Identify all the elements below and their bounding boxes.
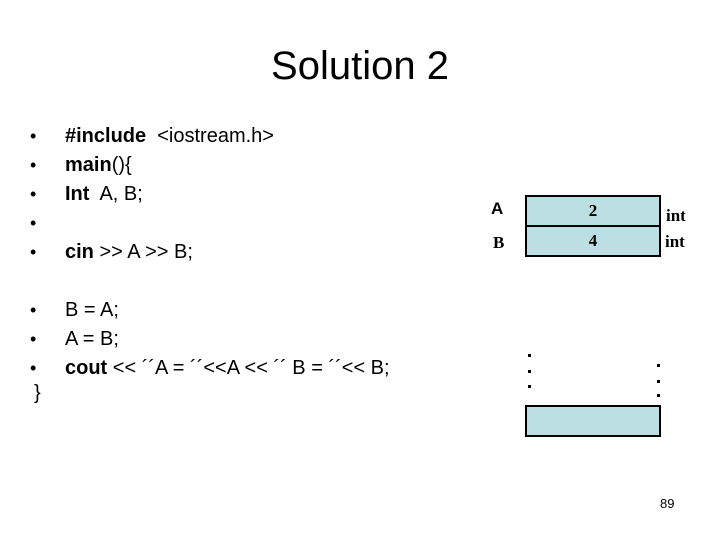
variable-label-b: B (493, 233, 505, 252)
code-line: • cout << ´´A = ´´<<A << ´´ B = ´´<< B; (30, 354, 390, 383)
bullet: • (30, 213, 37, 233)
memory-cell-b: 4 (525, 225, 661, 257)
ellipsis-dot (657, 364, 660, 367)
bullet: • (30, 242, 37, 262)
memory-cell-a: 2 (525, 195, 661, 227)
bullet: • (30, 184, 37, 204)
memory-cell-empty (525, 405, 661, 437)
cell-value-b: 4 (588, 231, 598, 250)
ellipsis-dot (528, 385, 531, 388)
ellipsis-dot (528, 354, 531, 357)
type-label-a: int (666, 206, 686, 225)
code-line: • A = B; (30, 325, 390, 354)
ellipsis-dot (528, 370, 531, 373)
code-block-top: • #include <iostream.h> • main(){ • Int A, … (30, 122, 274, 267)
bullet: • (30, 329, 37, 349)
bullet: • (30, 300, 37, 320)
type-label-b: int (665, 232, 685, 251)
page-number: 89 (660, 496, 675, 511)
bullet: • (30, 155, 37, 175)
bullet: • (30, 358, 37, 378)
slide-title: Solution 2 (271, 44, 449, 88)
bullet: • (30, 126, 37, 146)
ellipsis-dot (657, 380, 660, 383)
code-line: • Int A, B; (30, 180, 274, 209)
code-line: • (30, 209, 274, 238)
code-line: • B = A; (30, 296, 390, 325)
ellipsis-dot (657, 394, 660, 397)
cell-value-a: 2 (588, 201, 598, 220)
code-line: • cin >> A >> B; (30, 238, 274, 267)
closing-brace: } (34, 382, 41, 404)
code-line: • main(){ (30, 151, 274, 180)
code-block-bottom: • B = A; • A = B; • cout << ´´A = ´´<<A << … (30, 296, 390, 383)
code-line: • #include <iostream.h> (30, 122, 274, 151)
variable-label-a: A (491, 199, 504, 218)
